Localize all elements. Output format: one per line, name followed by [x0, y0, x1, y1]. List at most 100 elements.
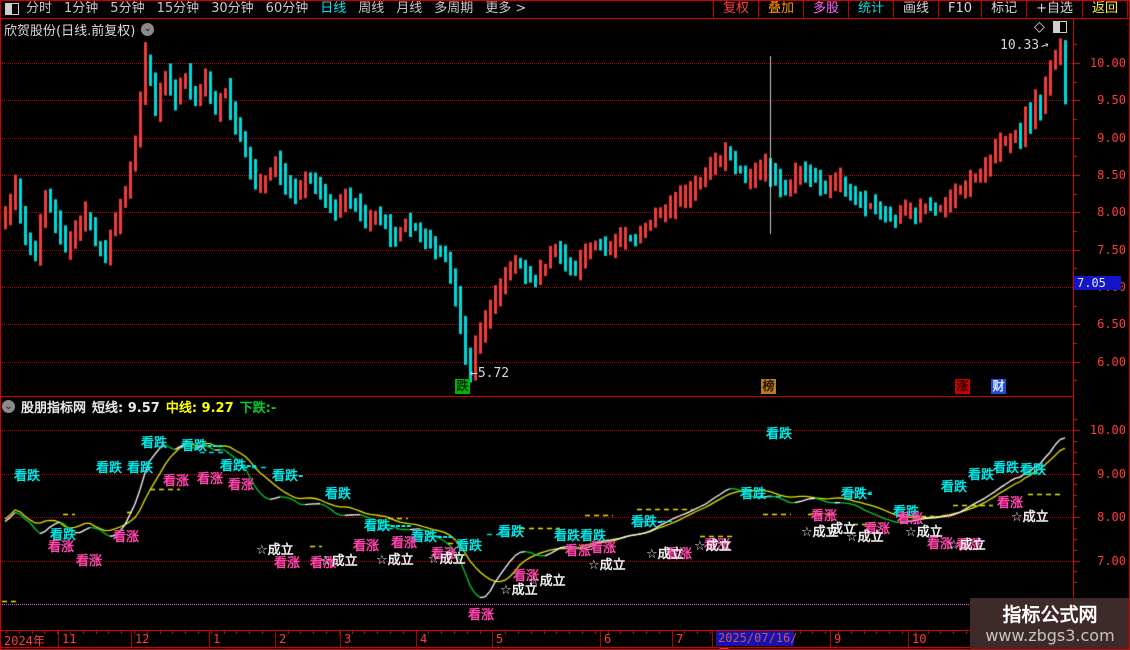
signal-bearish-label: 看跌---: [411, 530, 454, 545]
chart-corner-icons: ◇: [1034, 20, 1067, 34]
signal-bullish-label: 看涨: [274, 556, 301, 571]
watermark-title: 指标公式网: [1002, 603, 1098, 626]
menu-button[interactable]: F10: [938, 0, 981, 18]
signal-bearish-label: 看跌----: [364, 519, 412, 534]
watermark-box: 指标公式网 www.zbgs3.com: [970, 598, 1130, 650]
month-separator: [416, 630, 417, 647]
period-button[interactable]: 周线: [358, 0, 384, 18]
chart-marker: 涨: [955, 379, 970, 394]
signal-bearish-label: 看跌-: [841, 487, 873, 502]
month-label: 3: [344, 632, 352, 646]
signal-bearish-label: 看跌: [325, 487, 352, 502]
period-button[interactable]: 30分钟: [211, 0, 254, 18]
period-button[interactable]: 1分钟: [64, 0, 98, 18]
menu-button[interactable]: 标记: [981, 0, 1026, 18]
signal-bearish-label: 看跌--: [220, 459, 257, 474]
month-label: 4: [420, 632, 428, 646]
indicator-tick-label: 9.00: [1097, 467, 1126, 481]
month-label: 9: [834, 632, 842, 646]
price-tick-label: 8.00: [1097, 205, 1126, 219]
signal-confirm-label: ☆成立: [376, 553, 414, 568]
period-toolbar: 分时 1分钟 5分钟 15分钟 30分钟 60分钟 日线 周线 月线 多周期 更多 >: [26, 0, 526, 18]
period-button[interactable]: 多周期: [434, 0, 473, 18]
signal-bearish-label: 看跌: [96, 461, 123, 476]
indicator-short-value: 短线: 9.57: [92, 401, 160, 416]
indicator-mid-value: 中线: 9.27: [165, 401, 234, 416]
signal-bullish-label: 看涨: [590, 541, 617, 556]
chevron-down-icon[interactable]: ⌄: [141, 22, 155, 36]
layout-split-icon[interactable]: [5, 3, 19, 15]
signal-bullish-label: 看涨: [197, 472, 224, 487]
indicator-tick-label: 7.00: [1097, 554, 1126, 568]
current-price-tag: 7.05: [1074, 276, 1121, 290]
period-button[interactable]: 分时: [26, 0, 52, 18]
stock-title: 欣贺股份(日线.前复权): [4, 23, 136, 39]
month-label: 11: [62, 632, 77, 646]
signal-bearish-label: 看跌---: [181, 439, 224, 454]
month-label: 10: [912, 632, 927, 646]
month-separator: [58, 630, 59, 647]
signal-bullish-label: 看涨: [113, 530, 140, 545]
indicator-tick-label: 10.00: [1089, 423, 1126, 437]
month-label: 5: [496, 632, 504, 646]
signal-bullish-label: 看涨: [353, 539, 380, 554]
period-button[interactable]: 日线: [320, 0, 346, 18]
stock-app-window: 分时 1分钟 5分钟 15分钟 30分钟 60分钟 日线 周线 月线 多周期 更多 > 复权 叠加 多股…: [0, 0, 1130, 650]
period-button[interactable]: 5分钟: [110, 0, 144, 18]
chart-marker: 跌: [455, 379, 470, 394]
signal-confirm-label: ☆成立: [905, 525, 943, 540]
panel-divider: [0, 396, 1073, 397]
signal-bearish-label: 看跌: [993, 461, 1020, 476]
period-button[interactable]: 月线: [396, 0, 422, 18]
signal-bearish-label: 看跌: [968, 468, 995, 483]
signal-bearish-label: 看跌: [740, 487, 767, 502]
menu-button[interactable]: 画线: [893, 0, 938, 18]
menu-button[interactable]: 多股: [802, 0, 848, 18]
menu-button[interactable]: 叠加: [757, 0, 803, 18]
signal-bearish-label: 看跌: [941, 480, 968, 495]
month-separator: [340, 630, 341, 647]
menu-button[interactable]: +自选: [1026, 0, 1082, 18]
indicator-header: ⌄ 股朋指标网 短线: 9.57 中线: 9.27 下跌:-: [2, 399, 276, 416]
date-axis-bottom-line: [0, 647, 1130, 648]
menu-button[interactable]: 复权: [712, 0, 758, 18]
date-axis[interactable]: 2024年111212345679102025/07/16/三: [0, 630, 1130, 650]
menu-button[interactable]: 返回: [1081, 0, 1128, 18]
diamond-icon[interactable]: ◇: [1034, 20, 1045, 34]
indicator-tick-label: 8.00: [1097, 510, 1126, 524]
signal-bullish-label: 看涨: [163, 474, 190, 489]
signal-confirm-label: ☆成立: [1011, 510, 1049, 525]
menu-button[interactable]: 统计: [848, 0, 893, 18]
price-tick-label: 8.50: [1097, 168, 1126, 182]
price-tick-label: 10.00: [1089, 56, 1126, 70]
signal-bullish-label: 看涨: [565, 544, 592, 559]
signal-confirm-label: ☆成立: [256, 543, 294, 558]
pane-split-icon[interactable]: [1052, 21, 1067, 33]
signal-bearish-label: 看跌-: [272, 469, 304, 484]
chart-marker: 财: [991, 379, 1006, 394]
month-label: 7: [676, 632, 684, 646]
period-button[interactable]: 更多 >: [485, 0, 526, 18]
signal-bearish-label: 看跌: [498, 525, 525, 540]
signal-bearish-label: 看跌: [554, 529, 581, 544]
indicator-collapse-icon[interactable]: ⌄: [2, 400, 15, 413]
watermark-url: www.zbgs3.com: [985, 625, 1115, 645]
signal-bearish-label: 看跌: [141, 436, 168, 451]
price-tick-label: 6.50: [1097, 317, 1126, 331]
signal-confirm-label: ☆成立: [646, 547, 684, 562]
signal-bullish-label: 看涨: [391, 536, 418, 551]
signal-bearish-label: 看跌: [766, 427, 793, 442]
month-separator: [131, 630, 132, 647]
signal-bullish-label: 看涨: [228, 478, 255, 493]
price-tick-label: 7.50: [1097, 243, 1126, 257]
period-button[interactable]: 15分钟: [157, 0, 200, 18]
month-separator: [209, 630, 210, 647]
month-label: 12: [135, 632, 150, 646]
month-separator: [830, 630, 831, 647]
signal-bullish-label: 看涨: [468, 608, 495, 623]
signal-confirm-label: ☆成立: [320, 554, 358, 569]
signal-bearish-label: 看跌: [1020, 463, 1047, 478]
period-button[interactable]: 60分钟: [266, 0, 309, 18]
high-price-annotation: 10.33 →: [1000, 37, 1051, 54]
month-separator: [712, 630, 713, 647]
